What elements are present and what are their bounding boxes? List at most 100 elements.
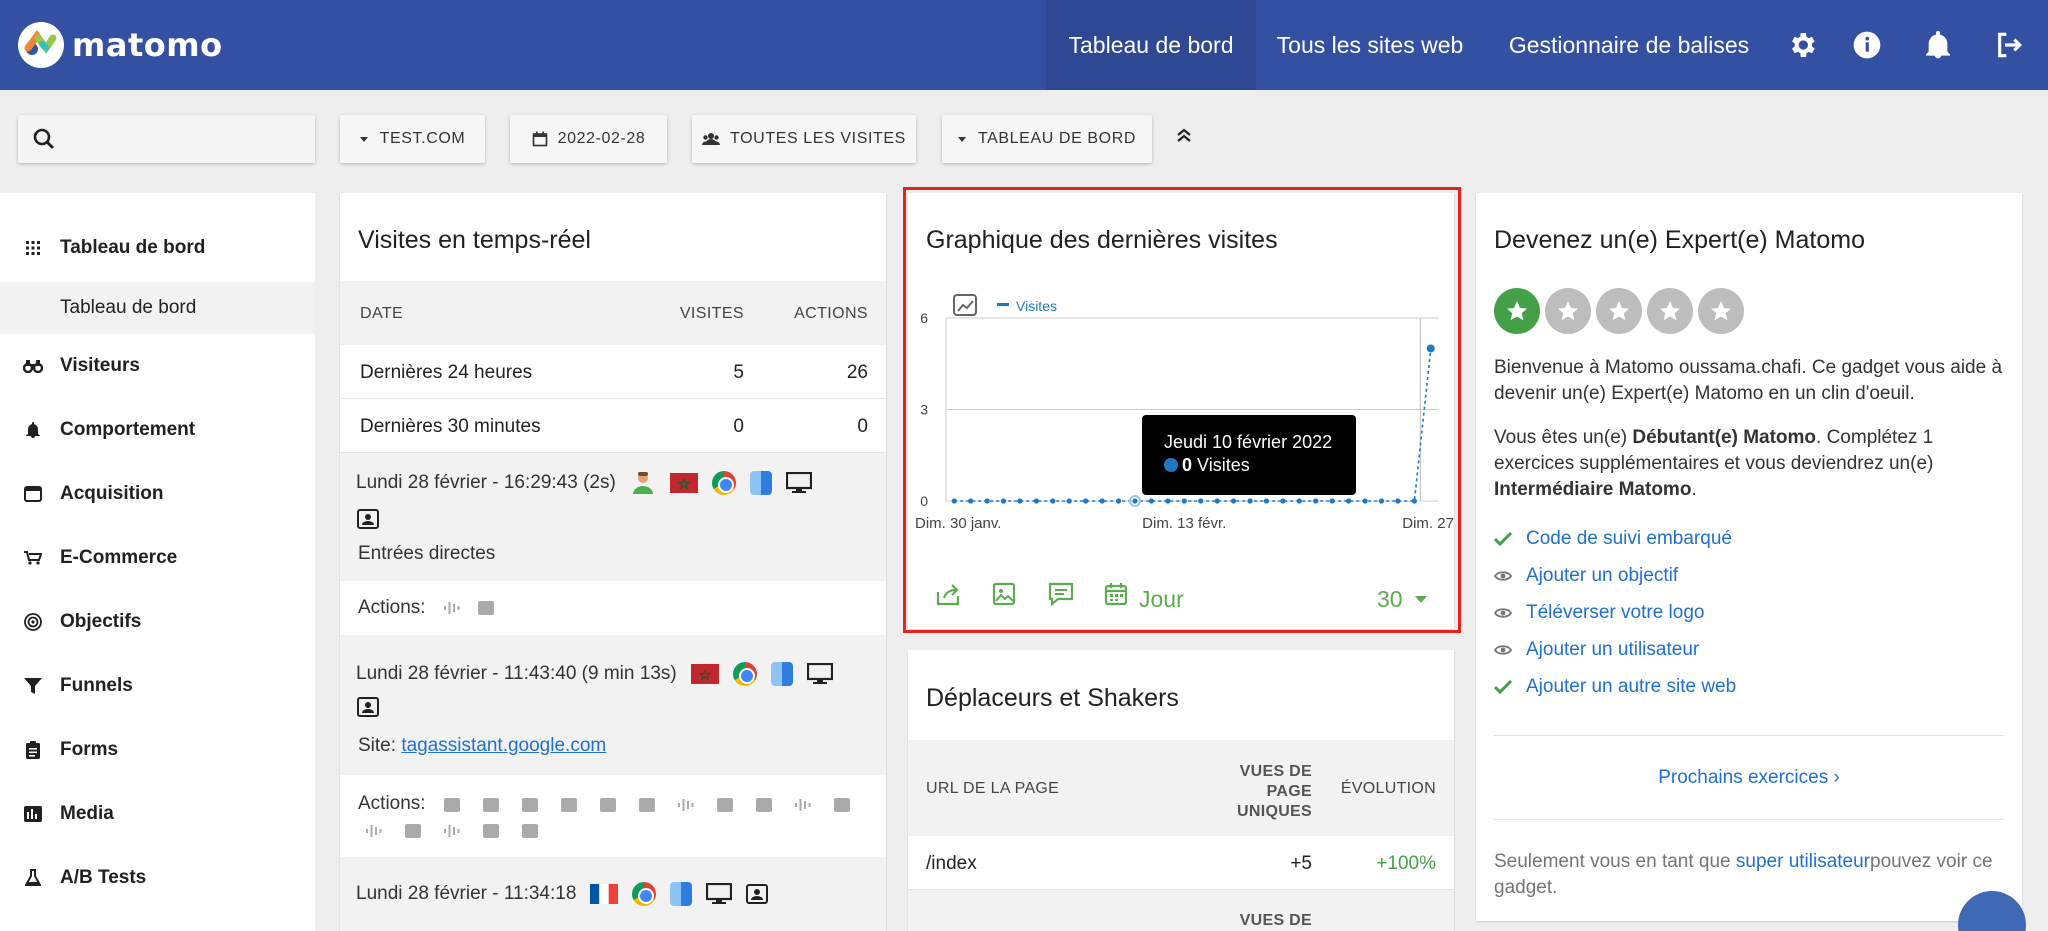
sidebar-item-label: A/B Tests: [60, 867, 147, 888]
nav-all-websites[interactable]: Tous les sites web: [1262, 0, 1478, 90]
col-actions: ACTIONS: [794, 305, 868, 322]
realtime-table-header: DATE VISITES ACTIONS: [340, 281, 886, 345]
superuser-link[interactable]: super utilisateur: [1736, 851, 1870, 872]
folder-icon[interactable]: [561, 798, 577, 812]
segment-selector[interactable]: TOUTES LES VISITES: [692, 115, 916, 163]
next-challenges-link[interactable]: Prochains exercices ›: [1476, 767, 2022, 789]
info-icon[interactable]: [1851, 29, 1883, 61]
media-play-icon[interactable]: [443, 600, 460, 616]
folder-icon[interactable]: [600, 798, 616, 812]
flag-france-icon: [590, 884, 619, 904]
row-actions: 26: [846, 362, 868, 383]
dashboard-selector[interactable]: TABLEAU DE BORD: [942, 115, 1152, 163]
col-page-url: URL DE LA PAGE: [926, 780, 1060, 797]
media-play-icon[interactable]: [366, 823, 382, 839]
widget-title: Visites en temps-réel: [358, 226, 591, 254]
sidebar-item-label: Acquisition: [60, 483, 164, 504]
sidebar-item-ab-tests[interactable]: A/B Tests: [0, 858, 315, 898]
referrer-link[interactable]: tagassistant.google.com: [401, 735, 606, 756]
folder-icon[interactable]: [639, 798, 655, 812]
folder-icon[interactable]: [834, 798, 850, 812]
sidebar-item-label: Forms: [60, 739, 119, 760]
sidebar-item-label: Media: [60, 803, 114, 824]
media-play-icon[interactable]: [444, 823, 460, 839]
search-icon: [33, 128, 54, 149]
intro-text: Bienvenue à Matomo oussama.chafi. Ce gad…: [1494, 357, 2003, 404]
visitor-profile-icon[interactable]: [630, 471, 656, 495]
sidebar-item-funnels[interactable]: Funnels: [0, 666, 315, 706]
folder-icon[interactable]: [405, 824, 421, 838]
folder-icon[interactable]: [477, 601, 494, 615]
folder-icon[interactable]: [756, 798, 772, 812]
challenge-item[interactable]: Ajouter un utilisateur: [1494, 639, 1699, 661]
media-play-icon[interactable]: [678, 797, 694, 813]
window-icon: [22, 483, 44, 505]
sidebar-item-forms[interactable]: Forms: [0, 730, 315, 770]
site-selector[interactable]: TEST.COM: [340, 115, 485, 163]
sidebar-subitem-dashboard[interactable]: Tableau de bord: [0, 282, 315, 334]
col-views-line2: PAGE: [1266, 783, 1312, 800]
contact-card-icon[interactable]: [746, 884, 769, 904]
matomo-logo[interactable]: matomo: [18, 22, 223, 68]
star-icon: [1596, 288, 1642, 334]
folder-icon[interactable]: [483, 798, 499, 812]
users-icon: [702, 133, 721, 145]
sidebar-item-acquisition[interactable]: Acquisition: [0, 474, 315, 514]
date-selector[interactable]: 2022-02-28: [510, 115, 667, 163]
bell-icon[interactable]: [1922, 29, 1954, 61]
sidebar-item-label: E-Commerce: [60, 547, 178, 568]
contact-card-icon[interactable]: [357, 697, 379, 717]
visit-actions: Actions:: [340, 581, 886, 635]
sidebar-item-visitors[interactable]: Visiteurs: [0, 346, 315, 386]
sidebar-item-ecommerce[interactable]: E-Commerce: [0, 538, 315, 578]
level-text-end: .: [1691, 479, 1697, 500]
challenge-item[interactable]: Code de suivi embarqué: [1494, 528, 1732, 550]
cart-icon: [22, 547, 44, 569]
sidebar-item-goals[interactable]: Objectifs: [0, 602, 315, 642]
challenge-label: Téléverser votre logo: [1526, 602, 1705, 623]
visit-entry[interactable]: Lundi 28 février - 11:43:40 (9 min 13s) …: [340, 635, 886, 775]
challenge-item[interactable]: Ajouter un objectif: [1494, 565, 1678, 587]
challenge-item[interactable]: Ajouter un autre site web: [1494, 676, 1736, 698]
sidebar-item-media[interactable]: Media: [0, 794, 315, 834]
desktop-icon: [806, 663, 833, 684]
logout-icon[interactable]: [1993, 29, 2025, 61]
star-icon: [1647, 288, 1693, 334]
table-row[interactable]: /index +5 +100%: [908, 836, 1454, 890]
eye-icon: [1494, 570, 1516, 582]
visit-entry[interactable]: Lundi 28 février - 11:34:18: [340, 857, 886, 931]
superuser-note: Seulement vous en tant que super utilisa…: [1494, 849, 2004, 901]
sidebar-item-label: Visiteurs: [60, 355, 140, 376]
folder-icon[interactable]: [522, 798, 538, 812]
challenge-item[interactable]: Téléverser votre logo: [1494, 602, 1704, 624]
folder-icon[interactable]: [444, 798, 460, 812]
gear-icon[interactable]: [1786, 29, 1818, 61]
collapse-chevrons-icon[interactable]: [1175, 126, 1193, 144]
widget-title: Déplaceurs et Shakers: [926, 684, 1179, 712]
folder-icon[interactable]: [717, 798, 733, 812]
visit-entry[interactable]: Lundi 28 février - 16:29:43 (2s) Entrées…: [340, 453, 886, 581]
chrome-icon: [732, 662, 757, 686]
macos-icon: [670, 882, 693, 906]
flag-morocco-icon: [690, 664, 719, 684]
chrome-icon: [711, 471, 736, 495]
segment-selector-label: TOUTES LES VISITES: [730, 130, 906, 147]
check-icon: [1494, 680, 1516, 694]
sidebar-item-label: Tableau de bord: [60, 237, 206, 258]
search-input[interactable]: [18, 115, 315, 163]
contact-card-icon[interactable]: [357, 509, 379, 529]
nav-dashboard[interactable]: Tableau de bord: [1046, 0, 1256, 90]
row-label: Dernières 24 heures: [360, 362, 533, 383]
sidebar-item-dashboard[interactable]: Tableau de bord: [0, 228, 315, 268]
flag-morocco-icon: [669, 473, 698, 493]
star-icon: [1545, 288, 1591, 334]
folder-icon[interactable]: [483, 824, 499, 838]
folder-icon[interactable]: [522, 824, 538, 838]
movers-table-header: VUES DE: [908, 890, 1454, 931]
media-play-icon[interactable]: [795, 797, 811, 813]
sidebar-item-behaviour[interactable]: Comportement: [0, 410, 315, 450]
challenge-label: Ajouter un autre site web: [1526, 676, 1737, 697]
action-icons-row: [444, 797, 850, 813]
nav-tag-manager[interactable]: Gestionnaire de balises: [1494, 0, 1764, 90]
current-level: Débutant(e) Matomo: [1632, 427, 1817, 448]
